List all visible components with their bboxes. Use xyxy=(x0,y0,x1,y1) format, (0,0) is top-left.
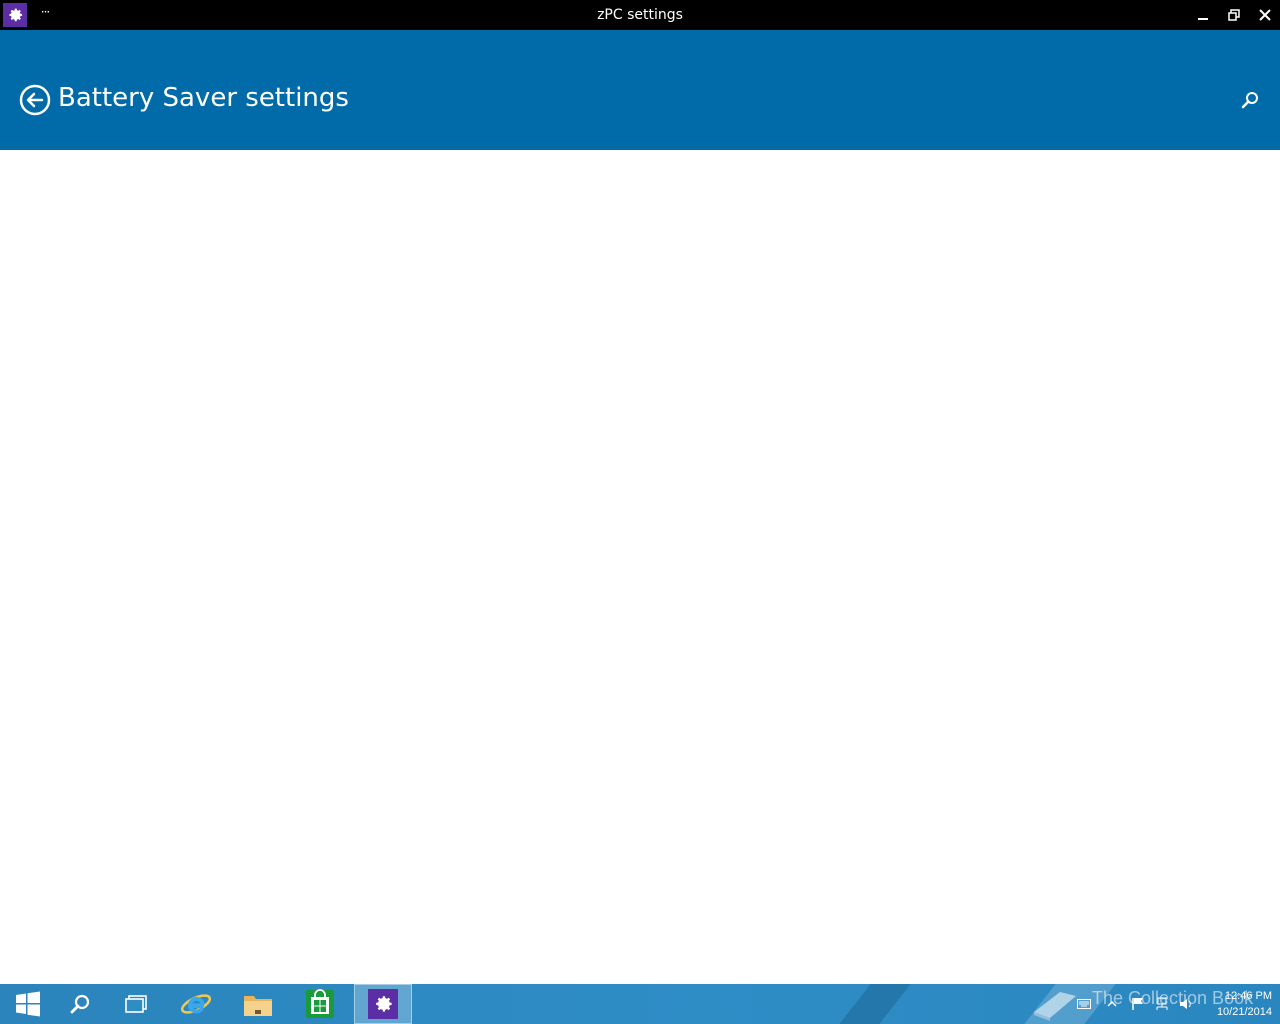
start-icon xyxy=(16,991,40,1017)
restore-icon xyxy=(1228,9,1240,21)
task-view-icon xyxy=(125,995,147,1013)
flag-icon xyxy=(1132,998,1143,1010)
back-button[interactable] xyxy=(19,84,51,116)
store-icon xyxy=(306,989,334,1018)
speaker-icon xyxy=(1180,999,1191,1009)
task-view-button[interactable] xyxy=(108,984,164,1024)
keyboard-tray-button[interactable] xyxy=(1076,996,1092,1012)
network-button[interactable] xyxy=(1154,996,1170,1012)
back-arrow-icon xyxy=(19,84,51,116)
settings-gear-icon xyxy=(376,996,392,1012)
taskbar-decoration xyxy=(839,984,911,1024)
system-clock[interactable]: 12:46 PM 10/21/2014 xyxy=(1200,988,1272,1020)
page-title: Battery Saver settings xyxy=(58,83,349,113)
close-button[interactable] xyxy=(1254,5,1276,25)
page-header: Battery Saver settings xyxy=(0,30,1280,150)
search-icon xyxy=(70,994,90,1014)
file-explorer-icon xyxy=(244,996,272,1016)
store-button[interactable] xyxy=(292,984,348,1024)
title-bar: ··· zPC settings xyxy=(0,0,1280,30)
action-center-button[interactable] xyxy=(1130,996,1146,1012)
settings-app-button[interactable] xyxy=(354,984,412,1024)
clock-date: 10/21/2014 xyxy=(1216,1006,1272,1018)
start-button[interactable] xyxy=(0,984,56,1024)
search-button[interactable] xyxy=(1240,90,1260,110)
keyboard-icon xyxy=(1077,999,1091,1009)
close-icon xyxy=(1259,9,1271,21)
chevron-up-icon xyxy=(1107,1000,1117,1007)
settings-content-area xyxy=(0,150,1280,984)
book-logo-icon xyxy=(1034,992,1076,1021)
internet-explorer-button[interactable] xyxy=(168,984,224,1024)
network-icon xyxy=(1156,997,1168,1010)
show-hidden-icons-button[interactable] xyxy=(1104,996,1120,1012)
restore-button[interactable] xyxy=(1223,5,1245,25)
minimize-icon xyxy=(1198,18,1208,20)
minimize-button[interactable] xyxy=(1192,5,1214,25)
window-title: zPC settings xyxy=(597,7,683,23)
volume-button[interactable] xyxy=(1178,996,1194,1012)
search-icon xyxy=(1241,92,1258,109)
taskbar: The Collection Book 12:46 PM 10/21/2014 xyxy=(0,984,1280,1024)
taskbar-search-button[interactable] xyxy=(52,984,108,1024)
file-explorer-button[interactable] xyxy=(230,984,286,1024)
clock-time: 12:46 PM xyxy=(1224,990,1272,1002)
internet-explorer-icon xyxy=(180,994,212,1014)
